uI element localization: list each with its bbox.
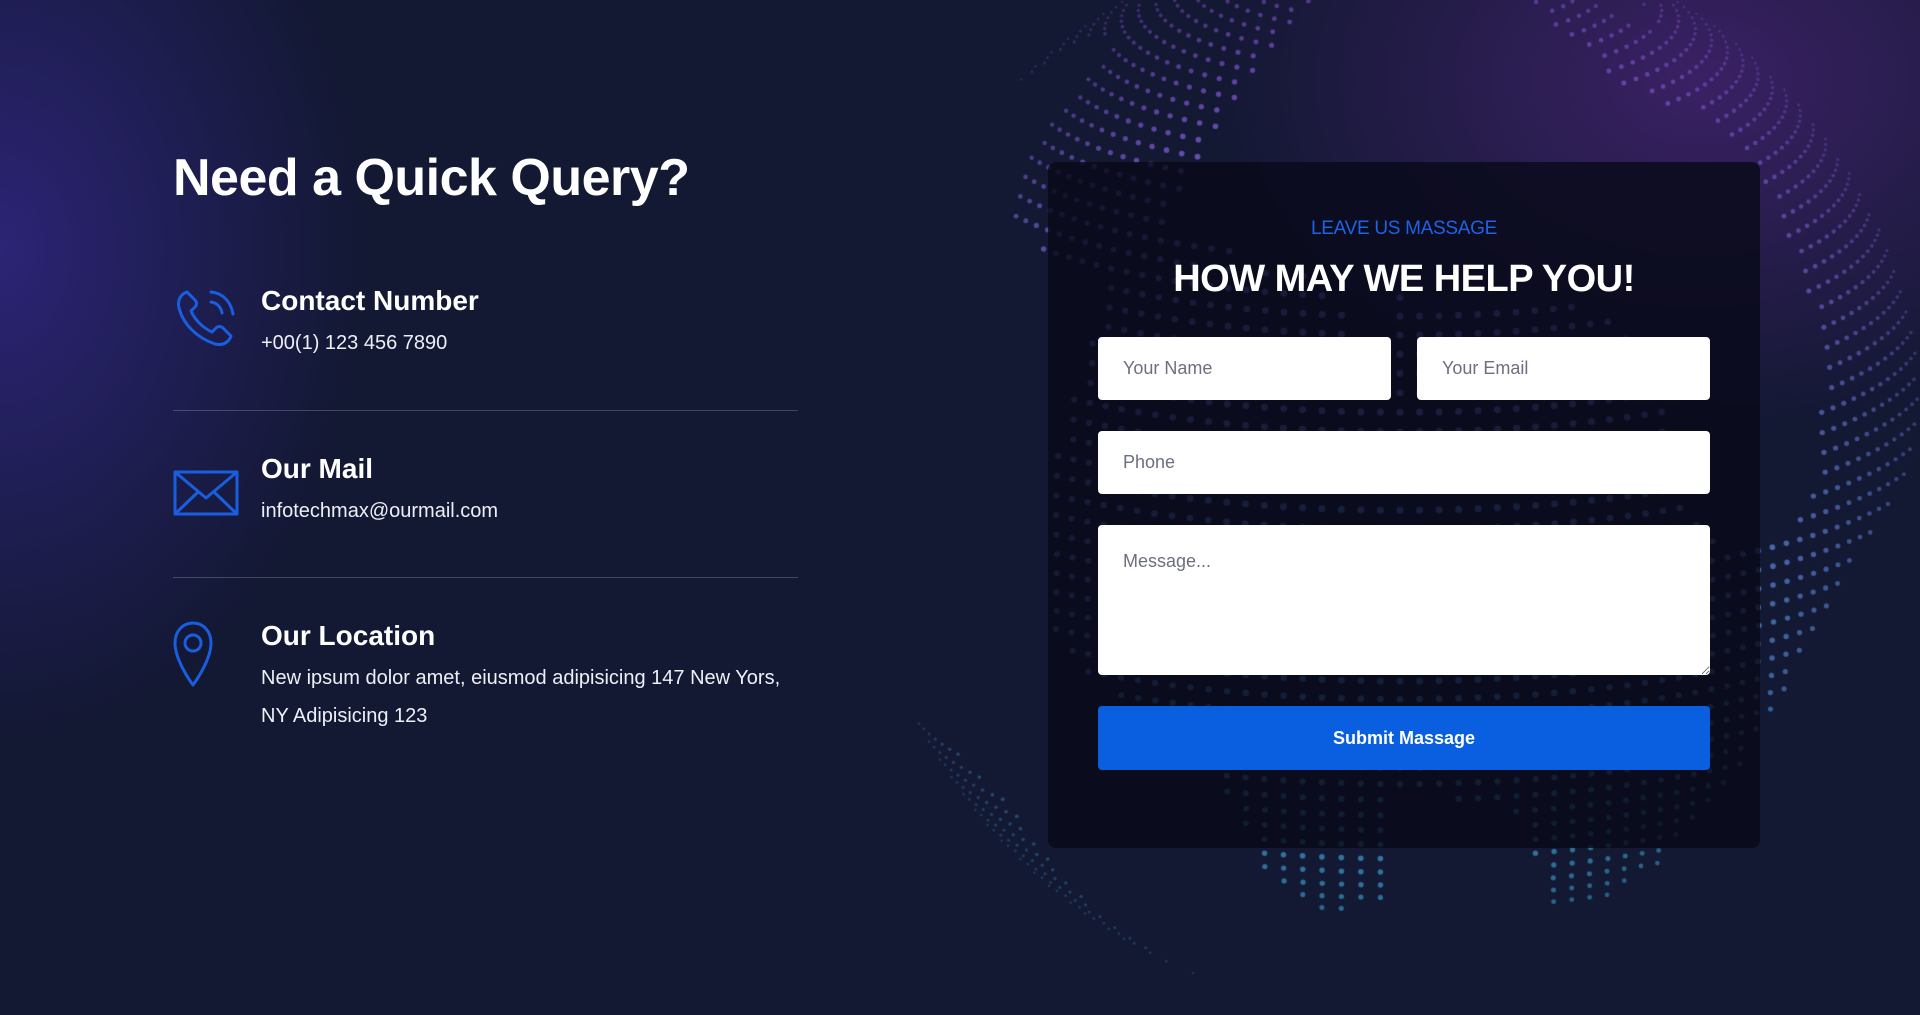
form-heading: HOW MAY WE HELP YOU! [1173, 258, 1635, 300]
submit-button[interactable]: Submit Massage [1098, 706, 1710, 770]
form-eyebrow: LEAVE US MASSAGE [1311, 218, 1497, 239]
mail-value: infotechmax@ourmail.com [261, 499, 499, 522]
contact-info-panel: Need a Quick Query? Contact Number +00(1… [173, 149, 798, 727]
contact-number-value: +00(1) 123 456 7890 [261, 331, 448, 354]
message-textarea[interactable] [1098, 525, 1710, 675]
page-title: Need a Quick Query? [173, 149, 690, 207]
location-value: New ipsum dolor amet, eiusmod adipisicin… [261, 666, 781, 727]
contact-form-card: LEAVE US MASSAGE HOW MAY WE HELP YOU! Su… [1048, 162, 1760, 848]
name-input[interactable] [1098, 337, 1391, 400]
location-pin-icon [173, 621, 239, 687]
mail-icon [173, 460, 239, 526]
email-input[interactable] [1417, 337, 1710, 400]
phone-icon [173, 284, 239, 350]
divider [173, 577, 798, 578]
divider [173, 410, 798, 411]
location-title: Our Location [261, 620, 436, 651]
mail-title: Our Mail [261, 453, 374, 484]
phone-input[interactable] [1098, 431, 1710, 494]
contact-number-title: Contact Number [261, 285, 479, 316]
